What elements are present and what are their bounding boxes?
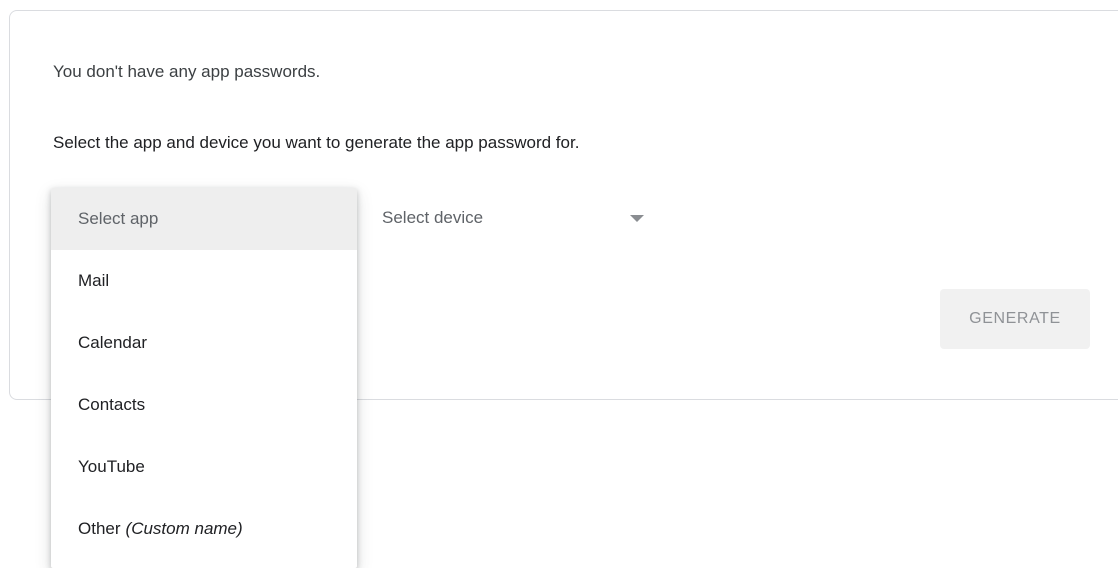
device-select-label: Select device [382, 208, 484, 227]
menu-item-mail[interactable]: Mail [51, 250, 357, 312]
generate-button[interactable]: GENERATE [940, 289, 1090, 349]
menu-item-label: YouTube [78, 457, 145, 476]
menu-item-label: Other [78, 519, 121, 538]
menu-item-label: Select app [78, 209, 159, 228]
app-select-menu: Select app Mail Calendar Contacts YouTub… [51, 188, 357, 568]
menu-item-label: Calendar [78, 333, 147, 352]
menu-item-other[interactable]: Other (Custom name) [51, 498, 357, 560]
chevron-down-icon [630, 215, 644, 222]
menu-item-contacts[interactable]: Contacts [51, 374, 357, 436]
menu-item-select-app[interactable]: Select app [51, 188, 357, 250]
menu-item-hint: (Custom name) [125, 519, 243, 538]
device-select-dropdown[interactable]: Select device [382, 200, 662, 236]
menu-item-label: Contacts [78, 395, 146, 414]
menu-item-label: Mail [78, 271, 110, 290]
no-passwords-message: You don't have any app passwords. [53, 62, 321, 81]
instructions-text: Select the app and device you want to ge… [53, 133, 580, 152]
menu-item-youtube[interactable]: YouTube [51, 436, 357, 498]
menu-item-calendar[interactable]: Calendar [51, 312, 357, 374]
